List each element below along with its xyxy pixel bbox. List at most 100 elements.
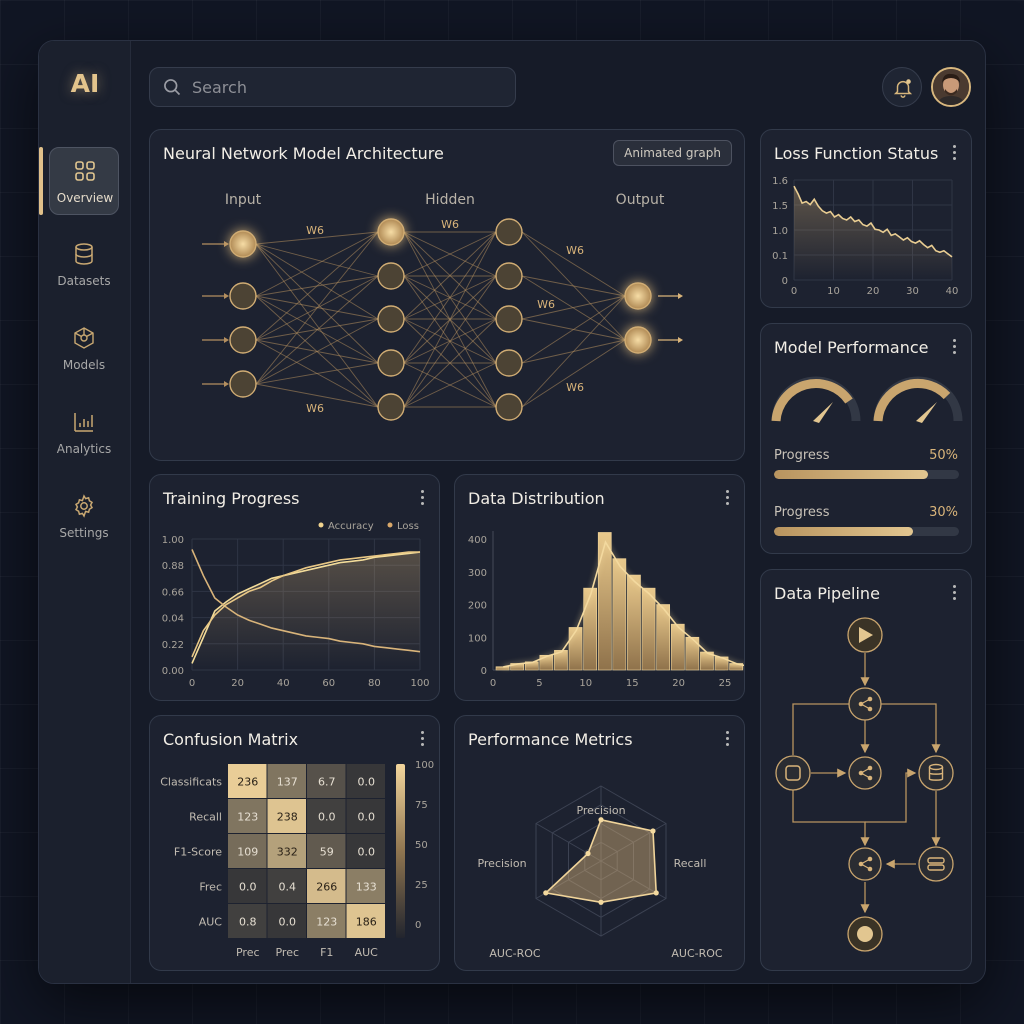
row-label: Frec [199, 881, 222, 894]
progress-value: 30% [929, 505, 958, 520]
y-tick-label: 200 [468, 601, 487, 612]
sidebar-item-label: Models [62, 358, 106, 372]
cell-value: 0.0 [239, 881, 257, 894]
cell-value: 332 [277, 846, 298, 859]
progress-fill [774, 527, 913, 536]
neuron-node [624, 282, 652, 310]
record-icon [857, 926, 873, 942]
y-tick-label: 1.6 [772, 176, 788, 187]
radar-point [650, 828, 656, 834]
y-tick-label: 1.5 [772, 201, 788, 212]
y-tick-label: 0.66 [162, 587, 184, 598]
connection-line [521, 339, 626, 408]
connection-line [255, 243, 379, 408]
database-icon [75, 243, 93, 265]
sidebar-item-analytics[interactable]: Analytics [49, 399, 119, 467]
end-node [847, 916, 883, 952]
y-tick-label: 0.88 [162, 561, 184, 572]
gauge-needle [813, 402, 833, 423]
y-tick-label: 100 [468, 633, 487, 644]
bell-icon [893, 79, 913, 98]
sidebar-item-models[interactable]: Models [49, 315, 119, 383]
histogram-bar [641, 587, 656, 671]
histogram-bar [627, 574, 641, 671]
weight-label: W6 [566, 381, 584, 394]
histogram-bar [597, 532, 612, 671]
y-tick-label: 0.04 [162, 614, 184, 625]
layer-label-input: Input [225, 192, 262, 208]
source-node [775, 755, 811, 791]
neuron-node [377, 393, 405, 421]
column-label: Prec [236, 946, 260, 959]
x-tick-label: 15 [626, 678, 639, 689]
avatar[interactable] [931, 67, 971, 107]
y-tick-label: 0.22 [162, 640, 184, 651]
scale-tick-label: 50 [415, 840, 428, 851]
x-tick-label: 5 [536, 678, 542, 689]
overview-icon [75, 161, 95, 181]
radar-axis-label: Precision [477, 857, 526, 870]
histogram-bar [612, 558, 627, 671]
x-tick-label: 100 [410, 678, 429, 689]
column-label: Prec [275, 946, 299, 959]
progress-label: Progress [774, 448, 830, 463]
cell-value: 109 [237, 846, 258, 859]
active-indicator [39, 147, 43, 215]
sidebar-item-overview[interactable]: Overview [49, 147, 119, 215]
weight-label: W6 [441, 218, 459, 231]
distribution-chart: 400 300 200 100 00 5 10 15 20 25 [468, 531, 744, 689]
x-tick-label: 80 [368, 678, 381, 689]
performance-metrics-card: Performance Metrics Precision Recall AUC-R… [454, 715, 745, 971]
models-icon [74, 327, 94, 349]
x-tick-label: 40 [277, 678, 290, 689]
x-tick-label: 60 [322, 678, 335, 689]
neuron-node [229, 230, 257, 258]
confusion-matrix: Classificats Recall F1-Score Frec AUC Prec Pre… [160, 760, 434, 959]
row-label: Recall [189, 811, 222, 824]
connection-line [255, 318, 379, 385]
cell-value: 6.7 [318, 776, 336, 789]
radar-axis-label: AUC-ROC [671, 947, 723, 960]
progress-value: 50% [929, 448, 958, 463]
loss-function-card: Loss Function Status 1.6 1.5 1.0 0.1 0 0 10 20 3… [760, 129, 972, 308]
input-arrowhead [224, 293, 229, 299]
notifications-button[interactable] [882, 67, 922, 107]
gear-icon [75, 494, 93, 518]
cell-value: 123 [316, 916, 337, 929]
cell-value: 59 [320, 846, 334, 859]
scale-tick-label: 0 [415, 920, 421, 931]
y-tick-label: 400 [468, 535, 487, 546]
row-label: Classificats [160, 776, 222, 789]
sidebar-item-label: Overview [56, 191, 114, 205]
search-icon [164, 79, 181, 96]
x-tick-label: 0 [791, 286, 797, 297]
row-label: AUC [199, 916, 223, 929]
cell-value: 238 [277, 811, 298, 824]
radar-area [544, 818, 658, 904]
neuron-node [229, 282, 257, 310]
weight-label: W6 [306, 224, 324, 237]
sidebar-item-settings[interactable]: Settings [49, 483, 119, 551]
neuron-node [495, 262, 523, 290]
sidebar-item-label: Settings [59, 526, 109, 540]
histogram-bar [583, 587, 598, 671]
loss-chart: 1.6 1.5 1.0 0.1 00 10 20 30 40 [772, 176, 958, 297]
storage-node [918, 846, 954, 882]
output-arrowhead [678, 337, 683, 343]
y-tick-label: 1.0 [772, 226, 788, 237]
share-node [848, 756, 882, 790]
database-node [918, 755, 954, 791]
sidebar-item-datasets[interactable]: Datasets [49, 231, 119, 299]
column-label: AUC [355, 946, 379, 959]
neuron-node [495, 349, 523, 377]
search-bar[interactable] [149, 67, 516, 107]
play-node [847, 617, 883, 653]
data-distribution-card: Data Distribution 400 300 200 100 0 0 5 10 15 20 2… [454, 474, 745, 701]
histogram-bar [743, 666, 744, 671]
scale-tick-label: 75 [415, 800, 428, 811]
weight-label: W6 [306, 402, 324, 415]
x-tick-label: 20 [231, 678, 244, 689]
legend-label: Loss [397, 521, 419, 532]
search-input[interactable] [192, 68, 502, 106]
weight-label: W6 [566, 244, 584, 257]
